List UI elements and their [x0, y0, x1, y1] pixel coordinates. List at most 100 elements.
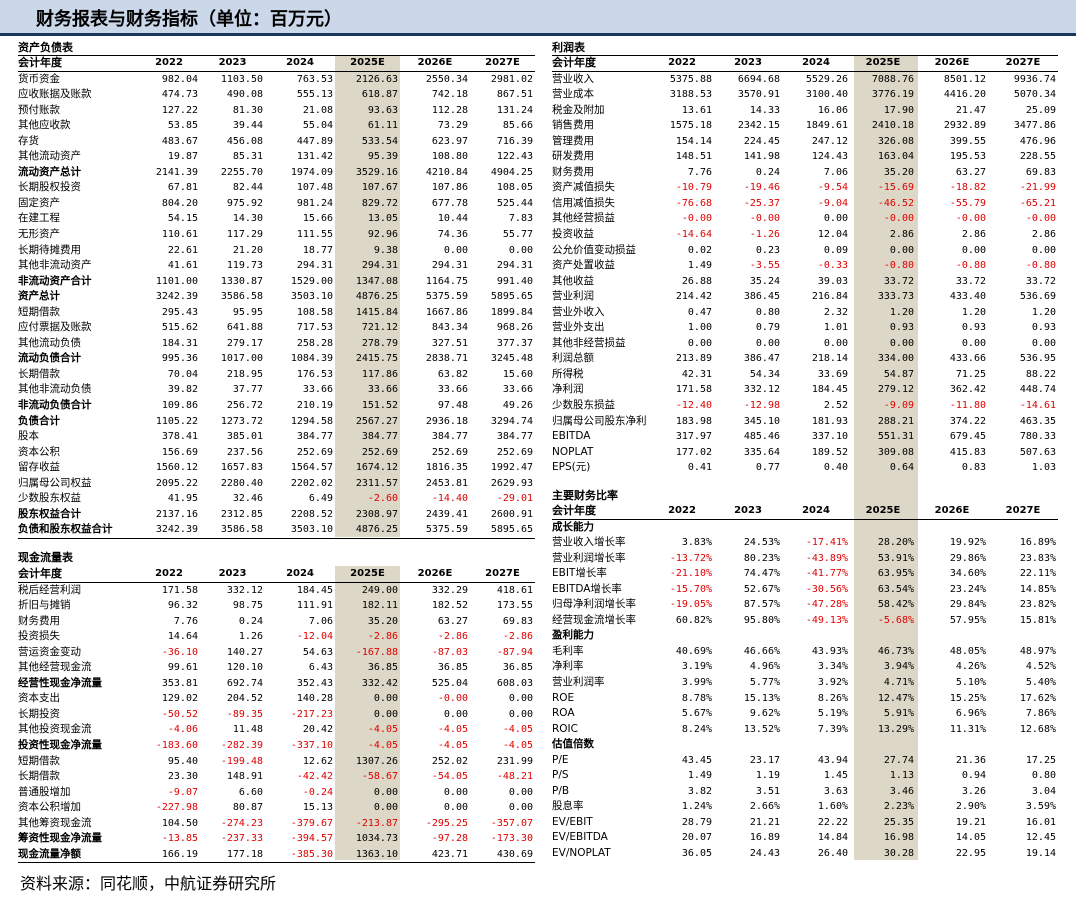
row-value-2026E: 73.29 — [437, 120, 468, 132]
row-value-2022: 41.95 — [167, 493, 198, 505]
row-label: 税后经营利润 — [18, 583, 81, 596]
row-label: 营业利润 — [552, 290, 594, 303]
row-value-2025E: 0.64 — [889, 462, 914, 474]
table-row: 负债合计 1105.22 1273.72 1294.58 2567.27 2936.18 3… — [18, 414, 535, 430]
row-label: EV/EBIT — [552, 815, 593, 828]
year-header-2024: 2024 — [782, 503, 850, 520]
row-value-2024: 352.43 — [296, 677, 333, 689]
row-label: 长期借款 — [18, 770, 60, 783]
row-value-2027E: 1.20 — [1031, 306, 1056, 318]
row-value-2023: 3586.58 — [220, 291, 263, 303]
row-value-2024: 0.00 — [823, 337, 848, 349]
row-value-2027E: 25.09 — [1025, 104, 1056, 116]
row-value-2023: 279.17 — [226, 337, 263, 349]
row-value-2022: 378.41 — [161, 431, 198, 443]
row-value-2027E: 463.35 — [1019, 415, 1056, 427]
row-value-2024: -49.13% — [805, 614, 848, 626]
row-label: 财务费用 — [552, 165, 594, 178]
row-label: 营业外收入 — [552, 305, 605, 318]
report-banner: 财务报表与财务指标（单位：百万元） — [0, 0, 1076, 36]
row-label: EBITDA增长率 — [552, 582, 622, 595]
row-value-2026E: 0.00 — [443, 244, 468, 256]
row-value-2026E: 34.60% — [949, 568, 986, 580]
row-value-2022: 95.40 — [167, 755, 198, 767]
row-value-2027E: 384.77 — [496, 431, 533, 443]
row-value-2026E: 0.83 — [961, 462, 986, 474]
table-row: 其他流动资产 19.87 85.31 131.42 95.39 108.80 122.43 — [18, 149, 535, 165]
row-value-2024: 12.04 — [817, 229, 848, 241]
row-value-2027E: -357.07 — [490, 817, 533, 829]
row-value-2022: 1.49 — [687, 770, 712, 782]
row-value-2022: -227.98 — [155, 802, 198, 814]
row-value-2022: 8.78% — [681, 692, 712, 704]
row-value-2026E: 2936.18 — [425, 415, 468, 427]
row-value-2023: -3.55 — [749, 260, 780, 272]
row-label: P/B — [552, 784, 570, 797]
row-value-2025E: 333.73 — [877, 291, 914, 303]
row-value-2025E: -0.00 — [883, 213, 914, 225]
row-value-2023: 485.46 — [743, 431, 780, 443]
row-value-2023: 224.45 — [743, 135, 780, 147]
row-value-2027E: 476.96 — [1019, 135, 1056, 147]
table-row: 折旧与摊销 96.32 98.75 111.91 182.11 182.52 173.55 — [18, 598, 535, 614]
row-value-2022: 156.69 — [161, 446, 198, 458]
row-value-2025E: -0.80 — [883, 260, 914, 272]
row-value-2022: 982.04 — [161, 73, 198, 85]
row-value-2026E: 3.26 — [961, 785, 986, 797]
row-value-2026E: 48.05% — [949, 645, 986, 657]
table-row: 股东权益合计 2137.16 2312.85 2208.52 2308.97 2439.4… — [18, 507, 535, 523]
table-header-row: 会计年度 2022 2023 2024 2025E 2026E 2027E — [552, 503, 1058, 520]
row-value-2022: 28.79 — [681, 816, 712, 828]
table-header-row: 会计年度 2022 2023 2024 2025E 2026E 2027E — [18, 55, 535, 72]
row-label: 负债和股东权益合计 — [18, 522, 138, 539]
row-value-2025E: 36.85 — [367, 662, 398, 674]
row-value-2026E: 623.97 — [431, 135, 468, 147]
row-value-2025E: 46.73% — [877, 645, 914, 657]
row-value-2022: -36.10 — [161, 646, 198, 658]
row-value-2023: -19.46 — [743, 182, 780, 194]
row-value-2027E: 2981.02 — [490, 73, 533, 85]
row-value-2022: 60.82% — [675, 614, 712, 626]
row-value-2025E: 278.79 — [361, 337, 398, 349]
row-value-2022: 3.83% — [681, 537, 712, 549]
row-value-2027E: 22.11% — [1019, 568, 1056, 580]
row-label: 长期投资 — [18, 707, 60, 720]
row-value-2022: -19.05% — [669, 599, 712, 611]
row-label: 流动资产总计 — [18, 165, 81, 178]
table-row: EBITDA 317.97 485.46 337.10 551.31 679.45 780.… — [552, 429, 1058, 445]
table-row: 经营性现金净流量 353.81 692.74 352.43 332.42 525.04 60… — [18, 676, 535, 692]
row-value-2022: 40.69% — [675, 645, 712, 657]
row-value-2023: 37.77 — [232, 384, 263, 396]
row-value-2024: 247.12 — [811, 135, 848, 147]
row-value-2025E: 309.08 — [877, 446, 914, 458]
row-value-2023: 24.53% — [743, 537, 780, 549]
row-value-2023: 6694.68 — [737, 73, 780, 85]
row-value-2022: 154.14 — [675, 135, 712, 147]
table-row: 资本公积增加 -227.98 80.87 15.13 0.00 0.00 0.00 — [18, 800, 535, 816]
row-label: 所得税 — [552, 367, 584, 380]
table-row: 预付账款 127.22 81.30 21.08 93.63 112.28 131.24 — [18, 103, 535, 119]
row-value-2022: -12.40 — [675, 400, 712, 412]
row-value-2022: 171.58 — [161, 584, 198, 596]
row-value-2025E: 27.74 — [883, 754, 914, 766]
row-value-2026E: 63.27 — [437, 615, 468, 627]
row-value-2025E: 3.94% — [883, 661, 914, 673]
row-value-2026E: 0.93 — [961, 322, 986, 334]
row-value-2022: 7.76 — [173, 615, 198, 627]
row-label: 存货 — [18, 134, 39, 147]
row-value-2026E: 15.25% — [949, 692, 986, 704]
row-label: 信用减值损失 — [552, 196, 615, 209]
table-row: 其他经营损益 -0.00 -0.00 0.00 -0.00 -0.00 -0.00 — [552, 211, 1058, 227]
table-row: 资本支出 129.02 204.52 140.28 0.00 -0.00 0.00 — [18, 691, 535, 707]
row-label: 应收账据及账款 — [18, 88, 92, 101]
header-label: 会计年度 — [552, 55, 650, 72]
table-row: 短期借款 295.43 95.95 108.58 1415.84 1667.86 1899.… — [18, 305, 535, 321]
row-value-2022: 3188.53 — [669, 89, 712, 101]
table-row: 投资损失 14.64 1.26 -12.04 -2.86 -2.86 -2.86 — [18, 629, 535, 645]
row-label: 资本公积 — [18, 445, 60, 458]
row-value-2024: 184.45 — [296, 584, 333, 596]
row-value-2022: 353.81 — [161, 677, 198, 689]
row-value-2024: 447.89 — [296, 135, 333, 147]
row-label: 营业利润率 — [552, 676, 605, 689]
table-row: 负债和股东权益合计 3242.39 3586.58 3503.10 4876.25 537… — [18, 522, 535, 539]
